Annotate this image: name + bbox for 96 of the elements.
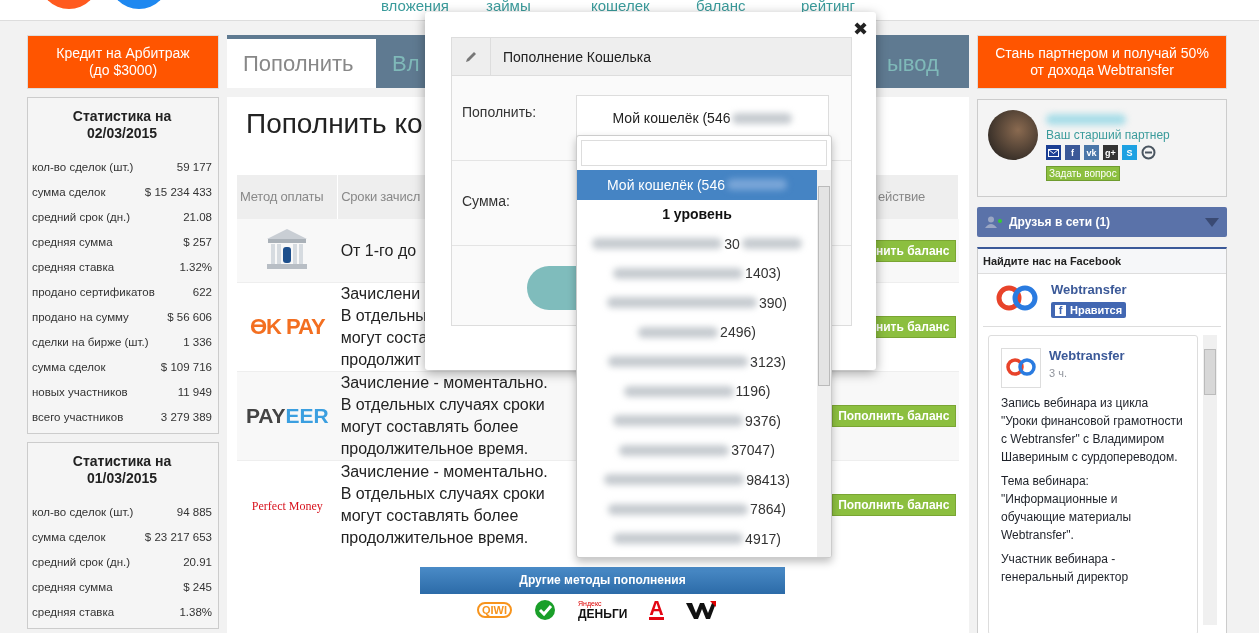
stat-value: 20.91 [183,555,212,568]
stat-value: 1.38% [179,605,212,618]
post-author[interactable]: Webtransfer [1049,348,1125,363]
friends-online-bar[interactable]: Друзья в сети (1) [977,207,1227,237]
dropdown-option[interactable]: 9376) [577,406,817,436]
close-button[interactable]: ✖ [853,18,868,40]
avatar [988,110,1038,160]
stat-label: средняя сумма [32,235,113,248]
stat-label: кол-во сделок (шт.) [32,160,134,173]
stat-value: 1 336 [183,335,212,348]
dropdown-option[interactable]: 7864) [577,494,817,524]
logo-icon [1001,348,1041,388]
dropdown-option[interactable]: Мой кошелёк (546 [577,170,817,200]
stat-value: 94 885 [176,505,212,518]
stat-value: 21.08 [183,210,212,223]
dropdown-option[interactable]: 1403) [577,258,817,288]
stat-value: $ 109 716 [160,360,212,373]
social-link[interactable]: vk [1084,145,1099,160]
table-cell-text: От 1-го до [340,240,417,261]
search-field[interactable] [581,140,827,166]
nav-link[interactable]: вложения [381,0,486,14]
stat-value: $ 15 234 433 [144,185,212,198]
scrollbar[interactable] [1203,335,1217,625]
dropdown-option[interactable]: 2496) [577,317,817,347]
stat-label: средняя ставка [32,260,115,273]
dropdown-option[interactable]: 30 [577,229,817,259]
like-button[interactable]: f Нравится [1051,302,1127,318]
caret-icon[interactable] [1205,217,1219,227]
partner-role: Ваш старший партнер [1046,128,1170,142]
nav-link[interactable]: кошелек [591,0,696,14]
post-text: Запись вебинара из цикла "Уроки финансовой грамотности с Webtransfer" с Владимиром Шавериным с сурдопереводом. [1001,395,1184,466]
stats-title: Статистика на 01/03/2015 [71,453,173,487]
friends-label: Друзья в сети (1) [1009,215,1112,229]
stat-value: 59 177 [176,160,212,173]
table-cell-text: Зачисление - моментально. В отдельных случаях сроки могут составлять более продолжительное время. [340,373,548,459]
stat-label: кол-во сделок (шт.) [32,505,134,518]
stat-value: $ 257 [183,235,212,248]
chat-icon[interactable] [1141,145,1156,160]
stat-label: средний срок (дн.) [32,210,131,223]
pencil-icon [465,50,477,63]
stat-value: 3 279 389 [160,410,212,423]
dialog-title: Пополнение Кошелька [502,48,651,65]
page-heading: Пополнить ко [246,108,423,141]
payment-logo: PAYEER [245,404,329,427]
stat-label: новых участников [32,385,128,398]
scrollbar[interactable] [817,170,831,557]
page-name[interactable]: Webtransfer [1051,282,1127,297]
stat-label: сделки на бирже (шт.) [32,335,149,348]
payment-logo: ӨK PAY [249,314,325,339]
stat-label: сумма сделок [32,530,106,543]
dropdown-option[interactable]: 390) [577,288,817,318]
sber-logo-icon [534,598,557,621]
social-link[interactable]: S [1122,145,1137,160]
column-header: Метод оплаты [237,175,338,219]
tab[interactable]: Пополнить [227,35,376,88]
webmoney-logo-icon [685,598,716,621]
nav-link[interactable]: займы [486,0,591,14]
stat-value: $ 23 217 653 [144,530,212,543]
dropdown-option[interactable]: 4917) [577,524,817,554]
nav-link[interactable]: рейтинг [801,0,906,14]
stat-label: сумма сделок [32,185,106,198]
social-link[interactable]: f [1065,145,1080,160]
dropdown-option[interactable]: 98413) [577,465,817,495]
stat-label: продано на сумму [32,310,129,323]
stat-value: $ 245 [183,580,212,593]
field-label: Сумма: [462,192,511,211]
stat-label: сумма сделок [32,360,106,373]
dropdown-option[interactable]: 1196) [577,376,817,406]
post-text: Тема вебинара: "Информационные и обучающие материалы Webtransfer". [1001,473,1133,544]
stat-value: $ 56 606 [167,310,212,323]
mail-icon[interactable] [1046,145,1061,160]
promo-banner[interactable]: Стань партнером и получай 50% от дохода Webtransfer [977,35,1227,89]
nav-link[interactable]: баланс [696,0,801,14]
widget-title: Найдите нас на Facebook [978,249,1226,274]
promo-banner[interactable]: Кредит на Арбитраж (до $3000) [27,35,219,89]
dropdown-option[interactable]: 3123) [577,347,817,377]
stat-label: средняя сумма [32,580,113,593]
other-methods-button[interactable]: Другие методы пополнения [420,566,785,594]
stats-title: Статистика на 02/03/2015 [71,108,173,142]
payment-logo: QIWI [477,601,513,618]
payment-logo: А [649,599,664,620]
stat-label: продано сертификатов [32,285,155,298]
user-online-icon [985,216,1003,228]
post-text: Участник вебинара - генеральный директор [1001,551,1130,586]
field-label: Пополнить: [462,103,538,122]
stat-label: средний срок (дн.) [32,555,131,568]
payment-logo: Perfect Money [251,499,323,514]
stat-value: 11 949 [177,385,212,398]
dropdown-option[interactable]: 37047) [577,435,817,465]
stat-label: средняя ставка [32,605,115,618]
table-cell-text: Зачисление - моментально. В отдельных случаях сроки могут составлять более продолжительное время. [340,462,548,549]
stat-value: 622 [192,285,212,298]
stat-value: 1.32% [179,260,212,273]
stat-label: всего участников [32,410,124,423]
social-link[interactable]: g+ [1103,145,1118,160]
post-time: 3 ч. [1049,367,1068,379]
